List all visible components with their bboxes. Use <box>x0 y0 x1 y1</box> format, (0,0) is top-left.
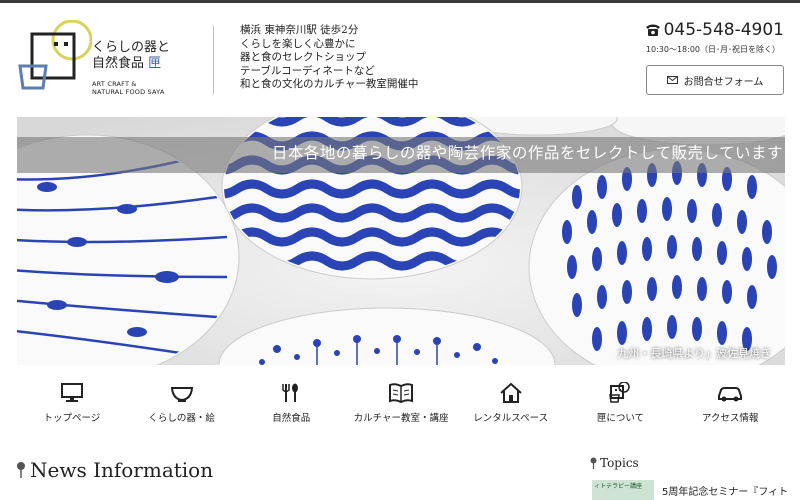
nav-item-top[interactable]: トップページ <box>17 382 127 432</box>
book-icon <box>389 383 414 404</box>
news-section-heading: News Information <box>16 458 213 482</box>
logo-mark-icon <box>18 20 92 90</box>
contact-form-button[interactable]: お問合せフォーム <box>646 65 784 95</box>
hero-caption: 九州・長崎県より」波佐見焼き <box>617 347 771 360</box>
shop-icon <box>609 382 631 403</box>
hero-banner: 日本各地の暮らしの器や陶芸作家の作品をセレクトして販売しています <box>17 137 785 173</box>
pin-icon <box>590 457 597 469</box>
cutlery-icon <box>282 383 299 402</box>
phone-number[interactable]: 045-548-4901 <box>645 20 784 40</box>
nav-item-access[interactable]: アクセス情報 <box>675 382 785 432</box>
topic-thumbnail-text: ィトテラピー講座 <box>594 483 643 490</box>
news-title: News Information <box>30 458 214 482</box>
logo-english-name: ART CRAFT & NATURAL FOOD SAYA <box>92 80 165 96</box>
top-border <box>0 0 800 3</box>
nav-item-tableware[interactable]: くらしの器・絵 <box>127 382 237 432</box>
hero-banner-text: 日本各地の暮らしの器や陶芸作家の作品をセレクトして販売しています <box>271 144 783 162</box>
tagline-line: 和と食の文化のカルチャー教室開催中 <box>240 78 419 91</box>
tagline-line: 横浜 東神奈川駅 徒歩2分 <box>240 24 359 36</box>
house-icon <box>500 382 522 403</box>
header-divider <box>213 26 214 94</box>
tagline-line: くらしを楽しく心豊かに <box>240 37 356 50</box>
car-icon <box>718 387 743 402</box>
tagline-line: テーブルコーディネートなど <box>240 64 375 77</box>
phone-icon <box>645 24 660 36</box>
main-nav: トップページ くらしの器・絵 自然食品 カルチャー教室・講座 レンタルスペース … <box>17 382 785 432</box>
nav-item-about[interactable]: 匣について <box>566 382 676 432</box>
monitor-icon <box>60 383 83 402</box>
nav-item-rental-space[interactable]: レンタルスペース <box>456 382 566 432</box>
site-logo[interactable]: くらしの器と 自然食品 匣 ART CRAFT & NATURAL FOOD S… <box>16 20 186 110</box>
logo-title: くらしの器と 自然食品 匣 <box>92 40 171 71</box>
pin-icon <box>17 462 25 478</box>
business-hours: 10:30～18:00（日･月･祝日を除く） <box>645 45 780 54</box>
mail-icon <box>666 76 678 84</box>
nav-item-culture-class[interactable]: カルチャー教室・講座 <box>346 382 456 432</box>
topics-title: Topics <box>600 456 639 470</box>
nav-item-natural-food[interactable]: 自然食品 <box>236 382 346 432</box>
topic-thumbnail[interactable]: ィトテラピー講座 <box>592 480 654 500</box>
topics-heading: Topics <box>590 456 639 470</box>
hero-image: 日本各地の暮らしの器や陶芸作家の作品をセレクトして販売しています 九州・長崎県よ… <box>17 117 785 365</box>
topic-link[interactable]: 5周年記念セミナー『フィト <box>662 483 788 498</box>
tagline-line: 器と食のセレクトショップ <box>240 51 366 64</box>
bowl-icon <box>170 387 193 402</box>
header-tagline: 横浜 東神奈川駅 徒歩2分 くらしを楽しく心豊かに 器と食のセレクトショップ テ… <box>240 24 418 92</box>
